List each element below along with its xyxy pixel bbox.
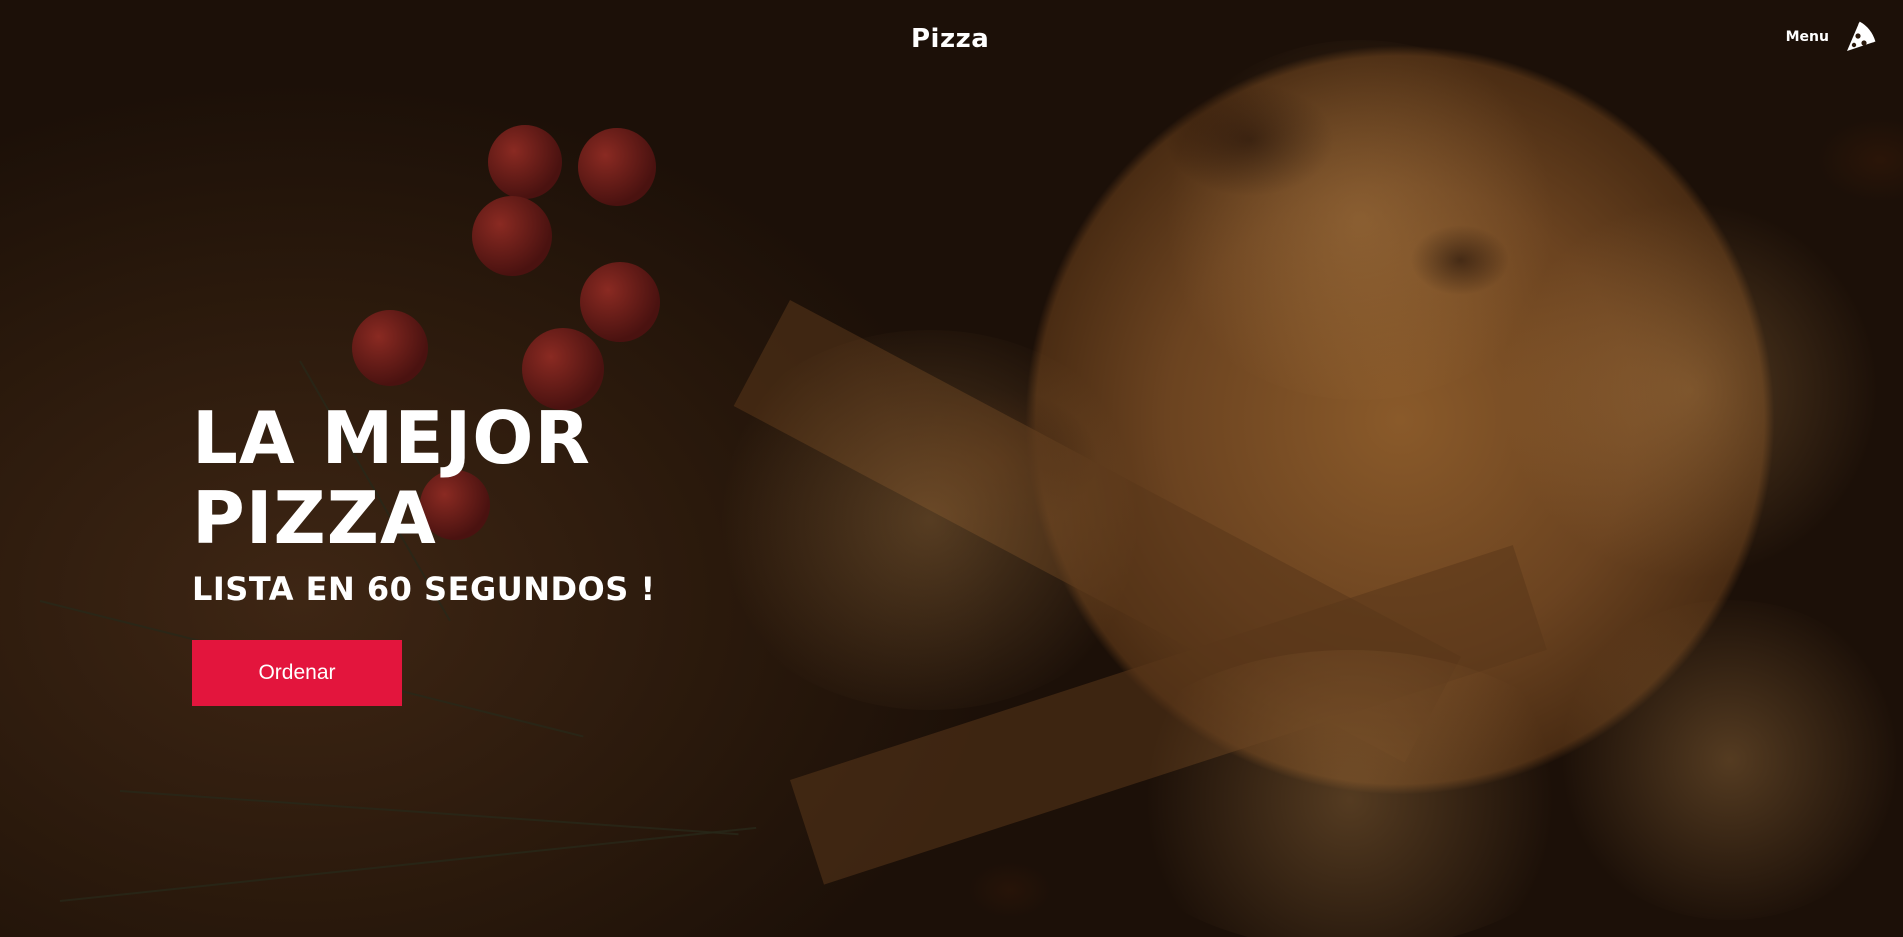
- headline-line-2: PIZZA: [192, 476, 437, 560]
- headline-line-1: LA MEJOR: [192, 396, 591, 480]
- hero-section: Pizza Menu LA MEJOR PIZZA LISTA EN 60 SE…: [0, 0, 1903, 937]
- hero-subheadline: LISTA EN 60 SEGUNDOS !: [192, 570, 656, 608]
- order-button[interactable]: Ordenar: [192, 640, 402, 706]
- menu-button[interactable]: Menu: [1786, 20, 1877, 54]
- pizza-slice-icon: [1843, 20, 1877, 54]
- menu-label: Menu: [1785, 29, 1829, 45]
- top-navigation: Pizza Menu: [0, 0, 1903, 80]
- brand-logo[interactable]: Pizza: [911, 24, 989, 54]
- hero-headline: LA MEJOR PIZZA: [192, 398, 712, 558]
